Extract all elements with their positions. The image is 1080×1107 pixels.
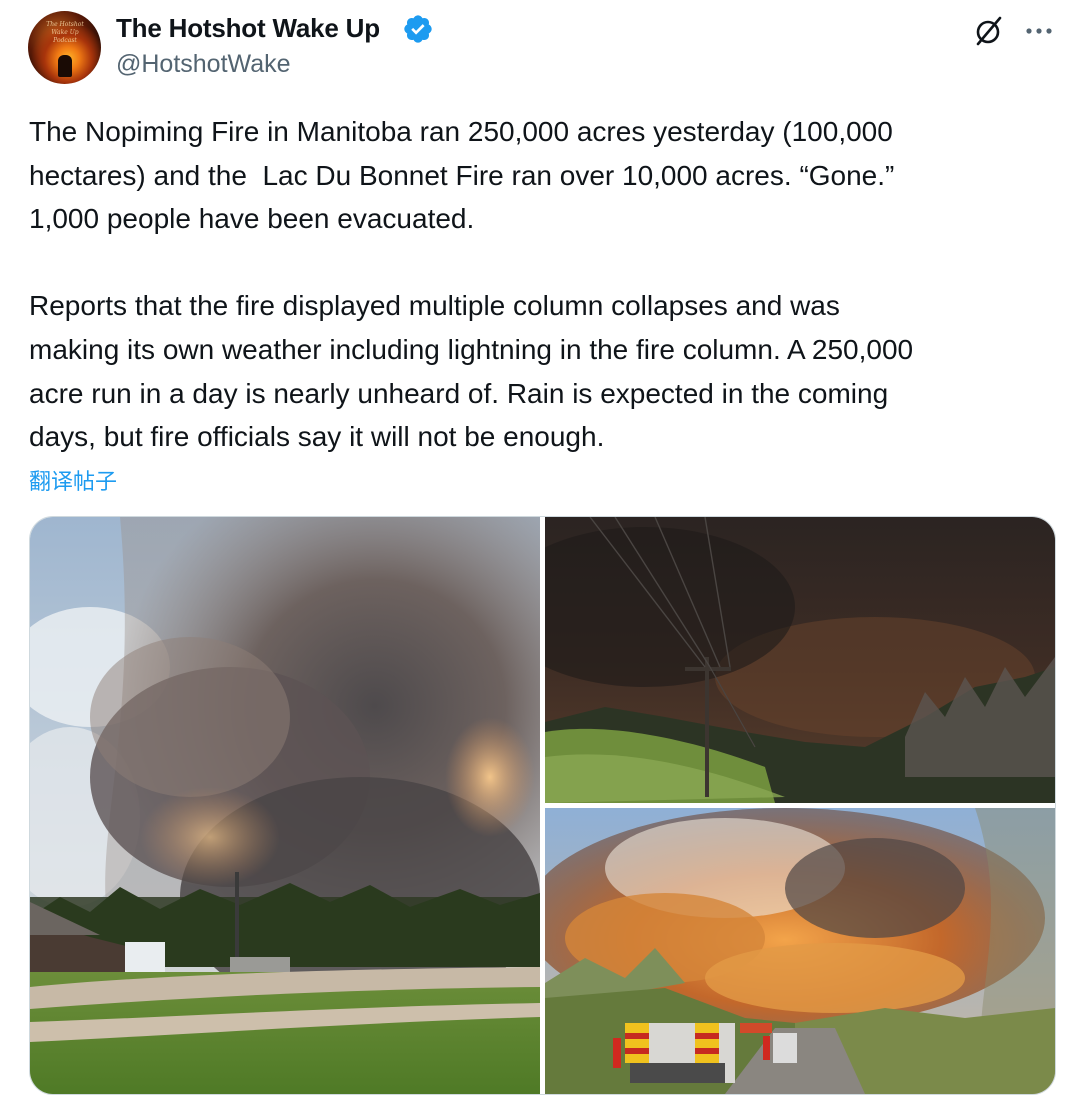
tweet-card: The Hotshot Wake Up Podcast The Hotshot … [0,0,1080,1107]
verified-badge-icon [404,15,432,43]
author-avatar[interactable]: The Hotshot Wake Up Podcast [28,11,101,84]
photo-smoke-column-image [30,517,540,1094]
tweet-text: The Nopiming Fire in Manitoba ran 250,00… [29,110,1069,459]
more-dots-icon[interactable] [1022,14,1056,48]
avatar-firefighter-silhouette [58,55,72,77]
photo-fire-trucks-flames[interactable] [545,808,1055,1094]
photo-smoke-column[interactable] [30,517,540,1094]
photo-dark-smoke-powerlines-image [545,517,1055,803]
author-display-name[interactable]: The Hotshot Wake Up [116,13,380,44]
media-grid [29,516,1056,1095]
avatar-logo-text: The Hotshot Wake Up Podcast [46,21,84,44]
tweet-paragraph: The Nopiming Fire in Manitoba ran 250,00… [29,116,895,235]
translate-post-link[interactable]: 翻译帖子 [29,464,117,496]
tweet-paragraph: Reports that the fire displayed multiple… [29,290,914,453]
photo-dark-smoke-powerlines[interactable] [545,517,1055,803]
photo-fire-trucks-flames-image [545,808,1055,1094]
author-handle[interactable]: @HotshotWake [116,50,291,79]
grok-icon[interactable] [972,14,1006,48]
